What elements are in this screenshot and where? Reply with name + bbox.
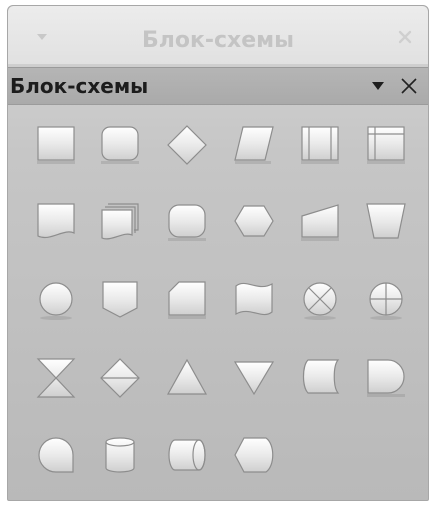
- summing-junction-icon: [303, 282, 337, 320]
- stored-data-icon: [302, 359, 340, 394]
- shape-button-data[interactable]: [232, 123, 276, 167]
- extract-icon: [166, 358, 208, 395]
- shape-button-manual-operation[interactable]: [364, 200, 408, 244]
- off-page-connector-icon: [102, 281, 138, 318]
- sort-icon: [100, 358, 140, 398]
- shape-button-stored-data[interactable]: [298, 356, 342, 400]
- or-icon: [369, 282, 403, 320]
- shape-button-off-page-connector[interactable]: [98, 278, 142, 322]
- shape-button-document[interactable]: [34, 200, 78, 244]
- flowchart-palette-window: Блок-схемы Блок-схемы: [7, 5, 429, 501]
- shape-button-direct-access-storage[interactable]: [165, 434, 209, 478]
- shape-button-summing-junction[interactable]: [298, 278, 342, 322]
- panel-header: Блок-схемы: [8, 67, 428, 105]
- shape-button-extract[interactable]: [165, 356, 209, 400]
- panel-close-icon[interactable]: [400, 77, 418, 95]
- shape-button-or[interactable]: [364, 278, 408, 322]
- shape-button-sort[interactable]: [98, 356, 142, 400]
- shape-button-collate[interactable]: [34, 356, 78, 400]
- shape-button-multidocument[interactable]: [98, 200, 142, 244]
- window-title: Блок-схемы: [141, 28, 295, 53]
- shape-button-display[interactable]: [232, 434, 276, 478]
- shape-button-sequential-access[interactable]: [34, 434, 78, 478]
- internal-storage-icon: [367, 126, 405, 164]
- shape-button-internal-storage[interactable]: [364, 123, 408, 167]
- merge-icon: [233, 361, 275, 396]
- display-icon: [234, 437, 274, 473]
- predefined-process-icon: [301, 126, 339, 164]
- terminator-icon: [168, 204, 206, 241]
- card-icon: [168, 281, 206, 319]
- shape-button-predefined-process[interactable]: [298, 123, 342, 167]
- shape-button-merge[interactable]: [232, 356, 276, 400]
- sequential-access-icon: [38, 437, 74, 473]
- panel-dropdown-icon[interactable]: [372, 82, 384, 90]
- data-icon: [234, 126, 274, 164]
- shape-button-decision[interactable]: [165, 123, 209, 167]
- shape-button-connector[interactable]: [34, 278, 78, 322]
- preparation-icon: [234, 205, 274, 237]
- shape-button-manual-input[interactable]: [298, 200, 342, 244]
- magnetic-disc-icon: [105, 437, 135, 473]
- shape-button-terminator[interactable]: [165, 200, 209, 244]
- direct-access-storage-icon: [168, 439, 206, 471]
- connector-icon: [39, 282, 73, 320]
- shape-button-card[interactable]: [165, 278, 209, 322]
- manual-input-icon: [301, 204, 339, 241]
- shape-button-alternate-process[interactable]: [98, 123, 142, 167]
- multidocument-icon: [101, 203, 139, 240]
- alternate-process-icon: [101, 126, 139, 164]
- window-close-icon[interactable]: [398, 30, 412, 44]
- shape-button-preparation[interactable]: [232, 200, 276, 244]
- shape-button-magnetic-disc[interactable]: [98, 434, 142, 478]
- decision-icon: [167, 125, 207, 165]
- panel-title: Блок-схемы: [10, 74, 149, 98]
- delay-icon: [367, 359, 405, 397]
- collate-icon: [36, 358, 76, 398]
- shape-button-process[interactable]: [34, 123, 78, 167]
- process-icon: [37, 126, 75, 164]
- manual-operation-icon: [366, 203, 406, 239]
- shape-button-delay[interactable]: [364, 356, 408, 400]
- shape-button-punched-tape[interactable]: [232, 278, 276, 322]
- window-titlebar[interactable]: Блок-схемы: [8, 6, 428, 65]
- punched-tape-icon: [235, 282, 273, 316]
- document-icon: [37, 203, 75, 238]
